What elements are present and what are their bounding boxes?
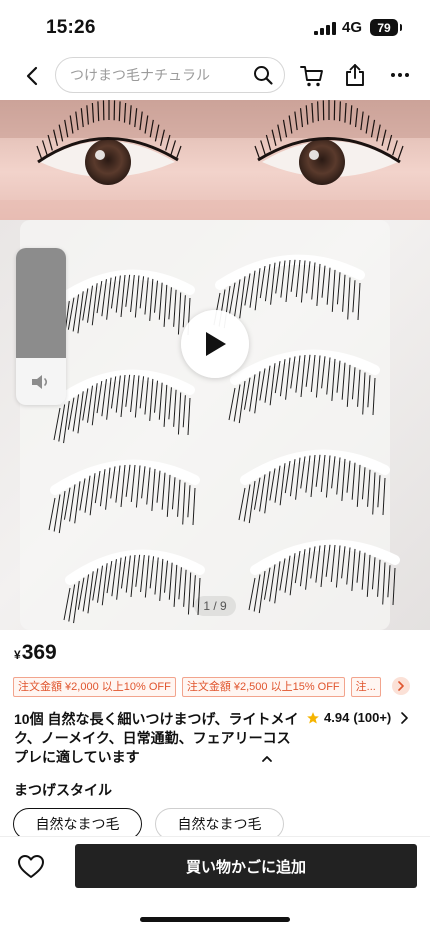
volume-slider[interactable] (16, 248, 66, 405)
add-to-cart-button[interactable]: 買い物かごに追加 (75, 844, 417, 888)
coupon-badge[interactable]: 注... (350, 677, 381, 697)
page-indicator: 1 / 9 (194, 596, 236, 616)
rating-score: 4.94 (324, 710, 350, 725)
back-arrow-icon[interactable] (18, 62, 46, 90)
battery-tip (400, 24, 402, 31)
nav-bar (0, 54, 430, 98)
chevron-up-icon[interactable] (260, 752, 274, 766)
volume-level (16, 248, 66, 358)
coupon-more-icon[interactable] (392, 677, 410, 695)
price-currency: ¥ (14, 648, 21, 662)
play-button[interactable] (181, 310, 249, 378)
cart-icon[interactable] (299, 63, 325, 89)
price-amount: 369 (21, 641, 57, 664)
coupon-list: 注文金額 ¥2,000 以上10% OFF 注文金額 ¥2,500 以上15% … (13, 677, 430, 699)
search-icon[interactable] (252, 64, 274, 86)
rating-count: (100+) (353, 710, 392, 725)
home-indicator (140, 917, 290, 922)
status-bar: 15:26 4G 79 (0, 0, 430, 54)
product-photo-eyes (0, 100, 430, 220)
bottom-action-bar: 買い物かごに追加 (0, 836, 430, 931)
battery-icon: 79 (370, 19, 398, 36)
chevron-right-icon (401, 711, 409, 724)
network-type: 4G (342, 19, 363, 36)
product-media-carousel[interactable]: 1 / 9 (0, 100, 430, 630)
play-icon (206, 332, 226, 356)
search-bar[interactable] (55, 57, 285, 93)
more-icon[interactable] (386, 62, 414, 88)
price: ¥ 369 (14, 641, 57, 665)
heart-icon[interactable] (17, 853, 45, 881)
star-icon (307, 711, 319, 724)
status-time: 15:26 (46, 17, 96, 38)
style-label: まつげスタイル (14, 782, 112, 798)
coupon-badge[interactable]: 注文金額 ¥2,000 以上10% OFF (13, 677, 176, 697)
share-icon[interactable] (342, 62, 368, 88)
search-input[interactable] (70, 58, 250, 92)
product-title: 10個 自然な長く細いつけまつげ、ライトメイク、ノーメイク、日常通勤、フェアリー… (14, 711, 299, 765)
coupon-badge[interactable]: 注文金額 ¥2,500 以上15% OFF (181, 677, 345, 697)
volume-icon (32, 375, 48, 389)
product-rating[interactable]: 4.94 (100+) (306, 710, 409, 725)
signal-icon (314, 22, 336, 35)
